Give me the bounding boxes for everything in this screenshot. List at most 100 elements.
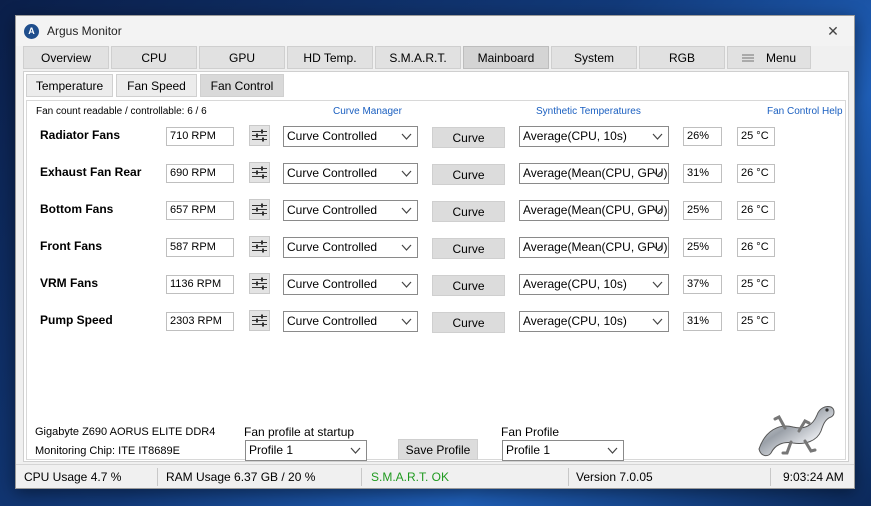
fan-percent-readout: 25% (683, 238, 722, 257)
fan-mode-select[interactable]: Curve Controlled (283, 163, 418, 184)
temp-source-value: Average(CPU, 10s) (523, 129, 627, 143)
close-button[interactable]: ✕ (824, 22, 842, 40)
curve-button[interactable]: Curve (432, 275, 505, 296)
curve-button[interactable]: Curve (432, 127, 505, 148)
fan-percent-readout: 37% (683, 275, 722, 294)
fan-profile-select[interactable]: Profile 1 (502, 440, 624, 461)
fan-settings-button[interactable] (249, 125, 270, 146)
startup-profile-label: Fan profile at startup (244, 425, 355, 439)
sliders-icon (252, 129, 267, 142)
status-bar: CPU Usage 4.7 % RAM Usage 6.37 GB / 20 %… (16, 464, 854, 488)
sliders-icon (252, 203, 267, 216)
fan-mode-select[interactable]: Curve Controlled (283, 274, 418, 295)
fan-rpm-readout: 657 RPM (166, 201, 234, 220)
fan-settings-button[interactable] (249, 199, 270, 220)
argus-logo-icon: A (24, 23, 39, 39)
status-divider (568, 468, 569, 486)
chevron-down-icon (401, 133, 412, 140)
synthetic-temperatures-link[interactable]: Synthetic Temperatures (536, 106, 641, 117)
fan-name: Front Fans (40, 239, 102, 253)
chevron-down-icon (652, 244, 663, 251)
tab-overview[interactable]: Overview (23, 46, 109, 69)
board-name: Gigabyte Z690 AORUS ELITE DDR4 (35, 426, 216, 438)
temp-source-select[interactable]: Average(CPU, 10s) (519, 311, 669, 332)
fan-settings-button[interactable] (249, 310, 270, 331)
startup-profile-value: Profile 1 (249, 443, 294, 457)
curve-button[interactable]: Curve (432, 238, 505, 259)
curve-button[interactable]: Curve (432, 164, 505, 185)
subtab-temperature[interactable]: Temperature (26, 74, 113, 97)
fan-profile-label: Fan Profile (501, 425, 560, 439)
fan-row: Radiator Fans 710 RPM Curve Controlled C… (27, 125, 847, 149)
fan-temp-readout: 25 °C (737, 275, 775, 294)
mainboard-panel: Temperature Fan Speed Fan Control Fan co… (23, 71, 849, 462)
fan-name: VRM Fans (40, 276, 99, 290)
temp-source-value: Average(CPU, 10s) (523, 314, 627, 328)
chevron-down-icon (652, 207, 663, 214)
fan-percent-readout: 26% (683, 127, 722, 146)
fan-name: Radiator Fans (40, 128, 121, 142)
tab-gpu[interactable]: GPU (199, 46, 285, 69)
temp-source-value: Average(Mean(CPU, GPU) (523, 166, 668, 180)
status-divider (770, 468, 771, 486)
sliders-icon (252, 240, 267, 253)
chevron-down-icon (401, 318, 412, 325)
fan-settings-button[interactable] (249, 273, 270, 294)
title-bar[interactable]: A Argus Monitor ✕ (16, 16, 854, 46)
temp-source-select[interactable]: Average(Mean(CPU, GPU) (519, 237, 669, 258)
sliders-icon (252, 166, 267, 179)
fan-name: Pump Speed (40, 313, 113, 327)
curve-button[interactable]: Curve (432, 201, 505, 222)
temp-source-select[interactable]: Average(CPU, 10s) (519, 274, 669, 295)
fan-percent-readout: 25% (683, 201, 722, 220)
lizard-mascot-icon (758, 406, 835, 457)
tab-menu[interactable]: Menu (727, 46, 811, 69)
temp-source-select[interactable]: Average(CPU, 10s) (519, 126, 669, 147)
tab-smart[interactable]: S.M.A.R.T. (375, 46, 461, 69)
fan-mode-select[interactable]: Curve Controlled (283, 311, 418, 332)
temp-source-value: Average(Mean(CPU, GPU) (523, 203, 668, 217)
fan-settings-button[interactable] (249, 236, 270, 257)
sub-tab-bar: Temperature Fan Speed Fan Control (26, 74, 287, 97)
sliders-icon (252, 314, 267, 327)
temp-source-select[interactable]: Average(Mean(CPU, GPU) (519, 200, 669, 221)
fan-percent-readout: 31% (683, 164, 722, 183)
main-tab-bar: Overview CPU GPU HD Temp. S.M.A.R.T. Mai… (23, 46, 813, 70)
fan-rpm-readout: 710 RPM (166, 127, 234, 146)
chevron-down-icon (652, 133, 663, 140)
startup-profile-select[interactable]: Profile 1 (245, 440, 367, 461)
tab-menu-label: Menu (765, 51, 797, 65)
chevron-down-icon (652, 281, 663, 288)
fan-name: Bottom Fans (40, 202, 114, 216)
fan-mode-select[interactable]: Curve Controlled (283, 200, 418, 221)
fan-row: Exhaust Fan Rear 690 RPM Curve Controlle… (27, 162, 847, 186)
curve-manager-link[interactable]: Curve Manager (333, 106, 402, 117)
fan-settings-button[interactable] (249, 162, 270, 183)
save-profile-button[interactable]: Save Profile (398, 439, 478, 460)
fan-mode-select[interactable]: Curve Controlled (283, 126, 418, 147)
temp-source-value: Average(CPU, 10s) (523, 277, 627, 291)
monitoring-chip: Monitoring Chip: ITE IT8689E (35, 445, 180, 457)
fan-control-help-link[interactable]: Fan Control Help (767, 106, 843, 117)
fan-mode-value: Curve Controlled (287, 166, 378, 180)
subtab-fan-control[interactable]: Fan Control (200, 74, 284, 97)
subtab-fan-speed[interactable]: Fan Speed (116, 74, 197, 97)
ram-usage-status: RAM Usage 6.37 GB / 20 % (166, 470, 316, 484)
tab-hd-temp[interactable]: HD Temp. (287, 46, 373, 69)
tab-cpu[interactable]: CPU (111, 46, 197, 69)
tab-mainboard[interactable]: Mainboard (463, 46, 549, 69)
fan-mode-value: Curve Controlled (287, 240, 378, 254)
fan-temp-readout: 25 °C (737, 127, 775, 146)
temp-source-select[interactable]: Average(Mean(CPU, GPU) (519, 163, 669, 184)
fan-mode-value: Curve Controlled (287, 129, 378, 143)
fan-row: Pump Speed 2303 RPM Curve Controlled Cur… (27, 310, 847, 334)
tab-system[interactable]: System (551, 46, 637, 69)
tab-rgb[interactable]: RGB (639, 46, 725, 69)
fan-name: Exhaust Fan Rear (40, 165, 142, 179)
status-divider (361, 468, 362, 486)
hamburger-menu-icon (741, 53, 754, 62)
curve-button[interactable]: Curve (432, 312, 505, 333)
app-window: A Argus Monitor ✕ Overview CPU GPU HD Te… (15, 15, 855, 489)
fan-mode-select[interactable]: Curve Controlled (283, 237, 418, 258)
fan-rpm-readout: 587 RPM (166, 238, 234, 257)
